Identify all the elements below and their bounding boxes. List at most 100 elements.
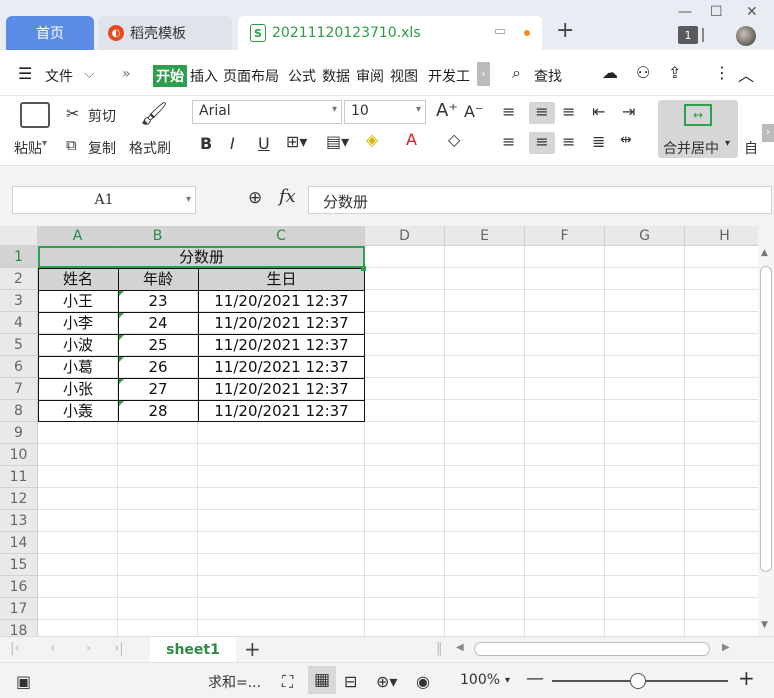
row-header-7[interactable]: 7	[0, 378, 38, 400]
scroll-right-icon[interactable]: ▶	[722, 642, 730, 653]
cell-age[interactable]: 24	[118, 312, 198, 334]
row-header-8[interactable]: 8	[0, 400, 38, 422]
copy-button[interactable]: 复制	[88, 138, 116, 158]
add-user-icon[interactable]: ⚇	[636, 63, 650, 82]
row-header-2[interactable]: 2	[0, 268, 38, 290]
search-icon[interactable]: ⌕	[512, 63, 521, 83]
macro-icon[interactable]: ▣	[16, 672, 31, 691]
first-sheet-icon[interactable]: |‹	[10, 641, 20, 656]
tab-home[interactable]: 首页	[6, 16, 94, 50]
formula-input[interactable]: 分数册	[308, 186, 772, 214]
row-header-15[interactable]: 15	[0, 554, 38, 576]
menu-insert[interactable]: 插入	[190, 66, 218, 86]
align-right-icon[interactable]: ≡	[562, 132, 575, 151]
row-header-14[interactable]: 14	[0, 532, 38, 554]
font-size-dropdown-icon[interactable]: ▾	[416, 104, 421, 115]
cell-name[interactable]: 小波	[38, 334, 118, 356]
avatar[interactable]	[736, 26, 756, 46]
increase-font-icon[interactable]: A⁺	[436, 100, 458, 121]
tab-dk-template[interactable]: ◐ 稻壳模板	[98, 16, 232, 50]
col-header-d[interactable]: D	[365, 226, 445, 246]
next-sheet-icon[interactable]: ›	[86, 641, 91, 656]
cell-name[interactable]: 小李	[38, 312, 118, 334]
name-box[interactable]: A1 ▾	[12, 186, 196, 214]
normal-view-icon[interactable]: ▦	[308, 666, 336, 694]
row-header-6[interactable]: 6	[0, 356, 38, 378]
menu-view[interactable]: 视图	[390, 66, 418, 86]
add-sheet-button[interactable]: +	[244, 637, 261, 661]
scroll-up-icon[interactable]: ▲	[761, 248, 768, 258]
row-header-17[interactable]: 17	[0, 598, 38, 620]
col-header-e[interactable]: E	[445, 226, 525, 246]
row-header-5[interactable]: 5	[0, 334, 38, 356]
cell-birthday[interactable]: 11/20/2021 12:37	[198, 290, 365, 312]
col-header-b[interactable]: B	[118, 226, 198, 246]
fullscreen-icon[interactable]: ⛶	[282, 672, 293, 692]
page-break-view-icon[interactable]: ⊟	[344, 672, 357, 691]
cell-name[interactable]: 小王	[38, 290, 118, 312]
font-color-icon[interactable]: A	[406, 130, 417, 149]
cell-age[interactable]: 26	[118, 356, 198, 378]
italic-icon[interactable]: I	[230, 134, 235, 153]
row-header-13[interactable]: 13	[0, 510, 38, 532]
paste-button[interactable]: 粘贴	[14, 138, 42, 158]
menu-page-layout[interactable]: 页面布局	[223, 66, 279, 86]
col-header-h[interactable]: H	[685, 226, 758, 246]
cell-name[interactable]: 小轰	[38, 400, 118, 422]
new-tab-button[interactable]: +	[556, 18, 574, 43]
cell-age[interactable]: 27	[118, 378, 198, 400]
cut-button[interactable]: 剪切	[88, 106, 116, 126]
vertical-scroll-thumb[interactable]	[760, 266, 772, 572]
align-left-icon[interactable]: ≡	[502, 132, 515, 151]
zoom-level[interactable]: 100%	[460, 672, 500, 688]
zoom-dropdown-icon[interactable]: ▾	[505, 675, 510, 686]
col-header-c[interactable]: C	[198, 226, 365, 246]
select-all-corner[interactable]	[0, 226, 38, 246]
border-icon[interactable]: ⊞▾	[286, 132, 307, 151]
cell-age[interactable]: 23	[118, 290, 198, 312]
font-dropdown-icon[interactable]: ▾	[332, 104, 337, 115]
row-header-9[interactable]: 9	[0, 422, 38, 444]
horizontal-scroll-thumb[interactable]	[474, 642, 710, 656]
cut-icon[interactable]: ✂	[66, 104, 79, 123]
fill-color-icon[interactable]: ◈	[366, 130, 378, 149]
auto-wrap-button[interactable]: 自	[744, 138, 758, 158]
reading-mode-icon[interactable]: ⊕▾	[376, 672, 397, 691]
split-handle[interactable]: ‖	[436, 641, 443, 656]
cell-name[interactable]: 小葛	[38, 356, 118, 378]
prev-sheet-icon[interactable]: ‹	[50, 641, 55, 656]
header-birthday[interactable]: 生日	[198, 268, 365, 290]
col-header-g[interactable]: G	[605, 226, 685, 246]
more-menu-icon[interactable]: ⋮	[714, 63, 730, 82]
menu-formula[interactable]: 公式	[288, 66, 316, 86]
fx-icon[interactable]: fx	[279, 186, 296, 207]
search-label[interactable]: 查找	[534, 66, 562, 86]
font-size-select[interactable]: 10 ▾	[344, 100, 426, 124]
minimize-icon[interactable]: —	[678, 4, 692, 20]
align-bottom-icon[interactable]: ≡	[562, 102, 575, 121]
cloud-icon[interactable]: ☁	[602, 63, 618, 82]
row-header-10[interactable]: 10	[0, 444, 38, 466]
close-icon[interactable]: ✕	[746, 4, 758, 20]
row-header-11[interactable]: 11	[0, 466, 38, 488]
zoom-out-button[interactable]: —	[526, 668, 544, 689]
merge-center-button[interactable]: ↔ 合并居中 ▾	[658, 100, 738, 158]
menu-home[interactable]: 开始	[153, 65, 187, 87]
menu-developer[interactable]: 开发工	[428, 66, 470, 86]
tab-file[interactable]: S 20211120123710.xls ▭	[238, 16, 542, 50]
paste-dropdown-icon[interactable]: ▾	[42, 138, 47, 149]
share-icon[interactable]: ⇪	[668, 63, 681, 82]
cell-age[interactable]: 28	[118, 400, 198, 422]
underline-icon[interactable]: U	[258, 134, 270, 153]
align-top-icon[interactable]: ≡	[502, 102, 515, 121]
cell-birthday[interactable]: 11/20/2021 12:37	[198, 312, 365, 334]
more-right-icon[interactable]: ›	[477, 62, 490, 86]
header-name[interactable]: 姓名	[38, 268, 118, 290]
hamburger-icon[interactable]: ☰	[18, 64, 32, 83]
menu-review[interactable]: 审阅	[356, 66, 384, 86]
row-header-3[interactable]: 3	[0, 290, 38, 312]
sheet-tab-sheet1[interactable]: sheet1	[150, 637, 236, 663]
distribute-icon[interactable]: ⇹	[620, 132, 632, 148]
sum-readout[interactable]: 求和=...	[208, 672, 261, 692]
cell-birthday[interactable]: 11/20/2021 12:37	[198, 334, 365, 356]
